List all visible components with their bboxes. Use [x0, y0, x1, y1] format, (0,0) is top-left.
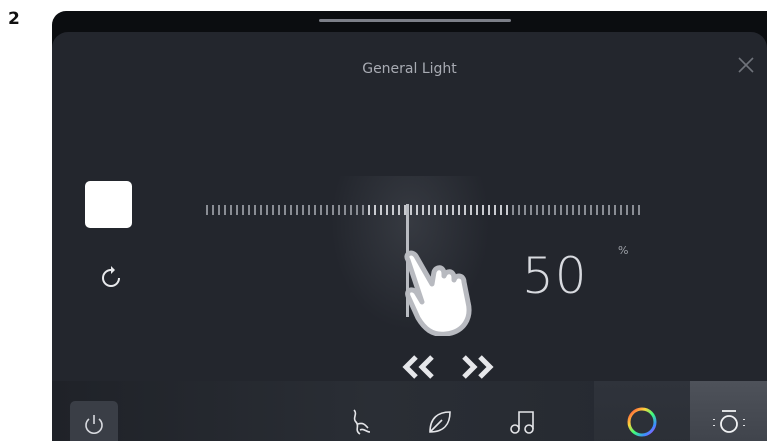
drag-handle[interactable] — [319, 19, 511, 22]
leaf-icon — [429, 410, 451, 433]
power-button[interactable] — [70, 401, 118, 441]
step-number: 2 — [8, 9, 20, 29]
swipe-hint-icon — [402, 355, 494, 379]
brightness-value: 50 — [522, 247, 588, 305]
scent-icon — [353, 408, 371, 435]
color-tab[interactable] — [594, 381, 690, 441]
pointing-hand-icon — [404, 250, 472, 336]
light-tab[interactable] — [690, 381, 767, 441]
close-icon — [738, 57, 754, 73]
bottom-toolbar — [52, 381, 767, 441]
eco-tab[interactable] — [410, 381, 470, 441]
color-ring-icon — [627, 407, 657, 436]
music-tab[interactable] — [492, 381, 552, 441]
lamp-icon — [712, 409, 745, 433]
device-screen: General Light 50 % — [52, 11, 767, 441]
music-note-icon — [510, 410, 534, 434]
light-panel: General Light 50 % — [52, 32, 767, 441]
brightness-unit: % — [618, 244, 629, 257]
panel-title: General Light — [362, 61, 457, 77]
brightness-slider-active-range — [368, 205, 508, 215]
reset-icon — [102, 266, 120, 287]
scent-tab[interactable] — [330, 381, 390, 441]
reset-button[interactable] — [99, 265, 123, 289]
color-swatch-button[interactable] — [85, 181, 132, 228]
power-icon — [85, 415, 103, 434]
close-button[interactable] — [735, 54, 757, 76]
